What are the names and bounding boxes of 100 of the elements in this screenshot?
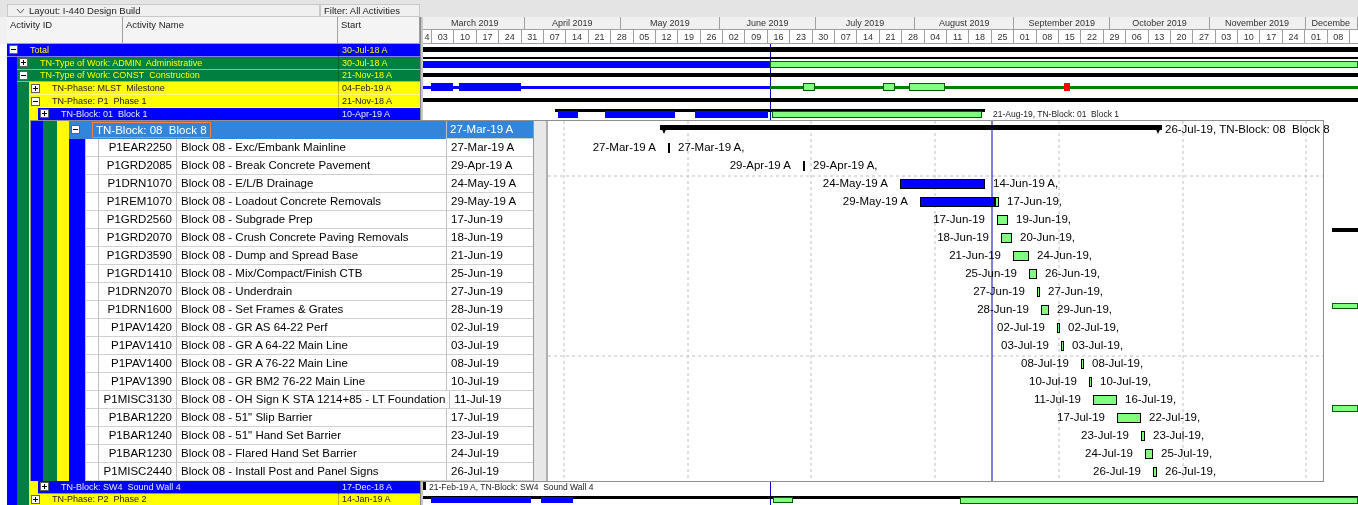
- week-header: 03: [1215, 30, 1239, 43]
- start-date-cell: 27-Mar-19 A: [446, 120, 533, 139]
- week-header: 10: [454, 30, 477, 43]
- week-header: 31: [521, 30, 544, 43]
- week-header: 23: [790, 30, 813, 43]
- wbs-label: TN-Block: 01 Block 1: [61, 108, 148, 119]
- collapse-icon[interactable]: [19, 71, 28, 80]
- wbs-label: TN-Type of Work: ADMIN Administrative: [40, 57, 203, 68]
- bar-label: 21-Feb-19 A, TN-Block: SW4 Sound Wall 4: [429, 481, 594, 492]
- activity-bar: [1117, 412, 1141, 423]
- bar-end-label: 19-Jun-19,: [1016, 212, 1071, 225]
- bar-start-label: 26-Jul-19: [1093, 464, 1141, 477]
- week-header: 24: [499, 30, 522, 43]
- week-header: 16: [767, 30, 791, 43]
- column-header[interactable]: Activity ID: [7, 17, 123, 44]
- bar-end-label: 08-Jul-19,: [1092, 356, 1144, 369]
- column-header[interactable]: Activity Name: [123, 17, 338, 44]
- bar-end-label: 16-Jul-19,: [1125, 392, 1177, 405]
- gantt-bar: [1332, 302, 1358, 309]
- bar-end-label: 26-Jun-19,: [1045, 266, 1100, 279]
- level-band: [7, 493, 17, 505]
- week-header: 06: [1126, 30, 1149, 43]
- week-header: 26: [700, 30, 724, 43]
- activity-bar: [1061, 340, 1064, 351]
- expand-icon[interactable]: [40, 109, 49, 119]
- collapse-icon[interactable]: [9, 45, 18, 55]
- wbs-label: TN-Phase: P1 Phase 1: [52, 96, 147, 107]
- bar-start-label: 29-May-19 A: [842, 194, 908, 207]
- bar-end-label: 24-Jun-19,: [1037, 248, 1092, 261]
- bar-start-label: 25-Jun-19: [965, 266, 1017, 279]
- wbs-row[interactable]: TN-Phase: MLST Milestone: [29, 82, 338, 96]
- gantt-bar: [1332, 227, 1358, 232]
- activity-bar: [1041, 304, 1049, 315]
- gantt-bar: [423, 481, 426, 490]
- bar-start-label: 28-Jun-19: [977, 302, 1029, 315]
- bar-start-label: 27-Mar-19 A: [592, 140, 656, 153]
- week-header: 18: [969, 30, 992, 43]
- week-header: 01: [1305, 30, 1328, 43]
- wbs-label: TN-Block: SW4 Sound Wall 4: [61, 481, 181, 492]
- week-header: 14: [566, 30, 589, 43]
- activity-bar: [1145, 448, 1153, 459]
- column-header[interactable]: Start: [338, 17, 420, 44]
- wbs-row[interactable]: TN-Block: 08 Block 8: [69, 120, 446, 139]
- bar-end-label: 25-Jul-19,: [1161, 446, 1213, 459]
- bar-end-label: 27-Jun-19,: [1048, 284, 1103, 297]
- layout-name: Layout: I-440 Design Build: [29, 5, 141, 16]
- week-header: 02: [723, 30, 746, 43]
- month-header: June 2019: [719, 17, 816, 29]
- bar-end-label: 27-Mar-19 A,: [678, 140, 745, 153]
- expand-icon[interactable]: [31, 494, 40, 504]
- bar-end-label: 20-Jun-19,: [1020, 230, 1075, 243]
- level-band: [17, 82, 29, 96]
- month-header: August 2019: [915, 17, 1015, 29]
- layout-selector[interactable]: Layout: I-440 Design Build: [7, 4, 320, 17]
- level-band: [7, 56, 17, 70]
- milestone-tick: [803, 160, 805, 171]
- start-date-cell: 04-Feb-19 A: [338, 82, 420, 96]
- activity-bar: [997, 214, 1008, 225]
- activity-bar: [1081, 358, 1084, 369]
- start-date-cell: 30-Jul-18 A: [338, 44, 420, 57]
- start-date-cell: 21-Nov-18 A: [338, 95, 420, 108]
- expand-icon[interactable]: [19, 58, 28, 68]
- bar-end-label: 29-Jun-19,: [1057, 302, 1112, 315]
- week-header: 14: [857, 30, 880, 43]
- week-header: 21: [588, 30, 612, 43]
- week-header: 09: [745, 30, 768, 43]
- bar-start-label: 24-May-19 A: [822, 176, 888, 189]
- week-header: 13: [1148, 30, 1171, 43]
- bar-start-label: 17-Jun-19: [933, 212, 985, 225]
- wbs-row[interactable]: Total: [7, 44, 338, 57]
- bar-end-label: 03-Jul-19,: [1072, 338, 1124, 351]
- bar-start-label: 21-Jun-19: [949, 248, 1001, 261]
- bar-label: 21-Aug-19, TN-Block: 01 Block 1: [993, 109, 1119, 119]
- activity-bar: [1013, 250, 1029, 261]
- month-header: September 2019: [1014, 17, 1111, 29]
- bar-start-label: 29-Apr-19 A: [729, 158, 791, 171]
- collapse-icon[interactable]: [71, 125, 80, 135]
- month-header: May 2019: [620, 17, 720, 29]
- week-header: 05: [633, 30, 656, 43]
- milestone-tick: [668, 142, 670, 153]
- pane-splitter[interactable]: [533, 120, 548, 481]
- bar-start-label: 24-Jul-19: [1085, 446, 1133, 459]
- activity-bar: [1153, 466, 1157, 477]
- week-header: 21: [879, 30, 903, 43]
- month-header: March 2019: [425, 17, 525, 29]
- bar-end-label: 26-Jul-19, TN-Block: 08 Block 8: [1165, 122, 1330, 135]
- wbs-row[interactable]: TN-Phase: P1 Phase 1: [29, 95, 338, 108]
- expand-icon[interactable]: [40, 482, 49, 492]
- week-header: 27: [1193, 30, 1216, 43]
- collapse-icon[interactable]: [31, 96, 40, 106]
- bar-start-label: 27-Jun-19: [973, 284, 1025, 297]
- remaining-bar: [995, 196, 999, 207]
- bar-end-label: 17-Jun-19,: [1007, 194, 1062, 207]
- week-header: 11: [947, 30, 970, 43]
- month-header: Decembe: [1305, 17, 1358, 29]
- bar-start-label: 23-Jul-19: [1081, 428, 1129, 441]
- expand-icon[interactable]: [31, 83, 40, 93]
- bar-start-label: 17-Jul-19: [1057, 410, 1105, 423]
- week-header: 28: [611, 30, 634, 43]
- week-header: 4: [423, 30, 432, 43]
